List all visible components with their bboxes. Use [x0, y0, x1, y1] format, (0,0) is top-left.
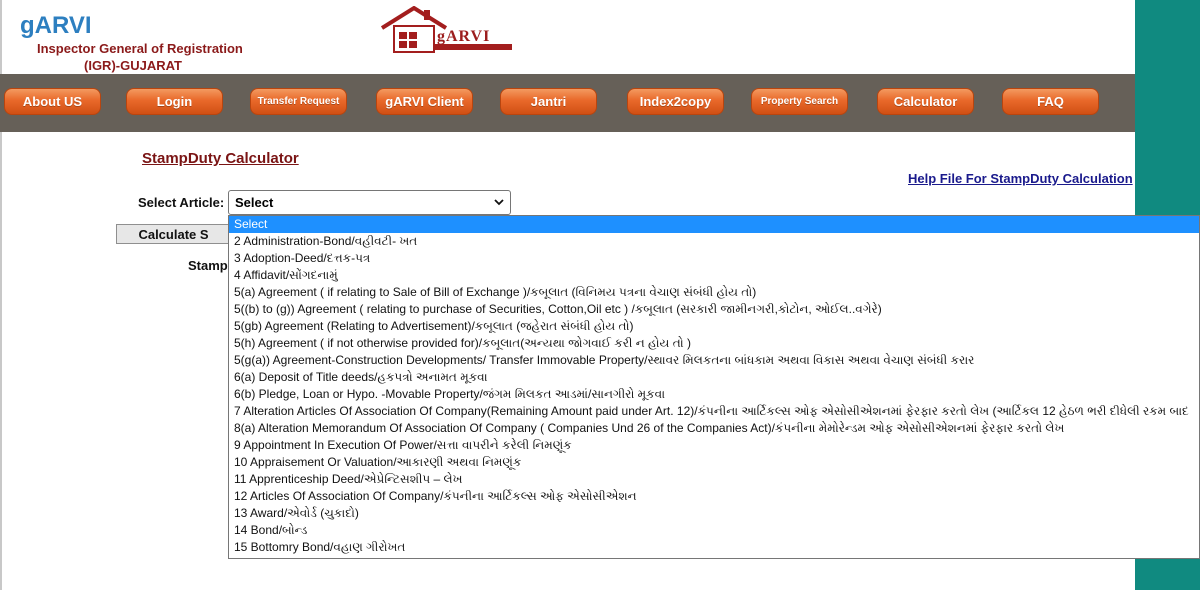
nav-faq[interactable]: FAQ: [1002, 88, 1099, 115]
dropdown-option[interactable]: 7 Alteration Articles Of Association Of …: [229, 403, 1199, 420]
dropdown-option[interactable]: 6(b) Pledge, Loan or Hypo. -Movable Prop…: [229, 386, 1199, 403]
dropdown-option[interactable]: 5(gb) Agreement (Relating to Advertiseme…: [229, 318, 1199, 335]
nav-transfer-request[interactable]: Transfer Request: [250, 88, 347, 115]
dropdown-option[interactable]: 5((b) to (g)) Agreement ( relating to pu…: [229, 301, 1199, 318]
dropdown-option[interactable]: 10 Appraisement Or Valuation/આકારણી અથવા…: [229, 454, 1199, 471]
dropdown-option[interactable]: 9 Appointment In Execution Of Power/સત્ત…: [229, 437, 1199, 454]
dropdown-option[interactable]: Select: [229, 216, 1199, 233]
dropdown-option[interactable]: 14 Bond/બોન્ડ: [229, 522, 1199, 539]
nav-garvi-client[interactable]: gARVI Client: [376, 88, 473, 115]
logo-text: gARVI: [437, 28, 491, 45]
brand-subtitle-line1: Inspector General of Registration: [37, 41, 243, 56]
page-title: StampDuty Calculator: [142, 150, 299, 167]
nav-jantri[interactable]: Jantri: [500, 88, 597, 115]
select-article-value: Select: [235, 195, 274, 210]
help-file-link[interactable]: Help File For StampDuty Calculation: [908, 171, 1133, 186]
chevron-down-icon: [494, 199, 504, 206]
dropdown-option[interactable]: 4 Affidavit/સોંગદનામું: [229, 267, 1199, 284]
dropdown-option[interactable]: 8(a) Alteration Memorandum Of Associatio…: [229, 420, 1199, 437]
brand-title: gARVI: [20, 12, 92, 39]
brand-subtitle-line2: (IGR)-GUJARAT: [84, 58, 182, 73]
calculate-button[interactable]: Calculate S: [116, 224, 231, 244]
nav-about-us[interactable]: About US: [4, 88, 101, 115]
main-navbar: About US Login Transfer Request gARVI Clien…: [0, 74, 1135, 132]
dropdown-option[interactable]: 11 Apprenticeship Deed/એપ્રેન્ટિસશીપ – લ…: [229, 471, 1199, 488]
dropdown-option[interactable]: 5(a) Agreement ( if relating to Sale of …: [229, 284, 1199, 301]
select-article-dropdown[interactable]: Select: [228, 190, 511, 215]
nav-login[interactable]: Login: [126, 88, 223, 115]
dropdown-option[interactable]: 2 Administration-Bond/વહીવટી- ખત: [229, 233, 1199, 250]
select-article-label: Select Article:: [138, 195, 225, 210]
article-options-list[interactable]: Select 2 Administration-Bond/વહીવટી- ખત 3 …: [228, 215, 1200, 559]
dropdown-option[interactable]: 3 Adoption-Deed/દત્તક-પત્ર: [229, 250, 1199, 267]
nav-index2copy[interactable]: Index2copy: [627, 88, 724, 115]
dropdown-option[interactable]: 5(g(a)) Agreement-Construction Developme…: [229, 352, 1199, 369]
dropdown-option[interactable]: 12 Articles Of Association Of Company/કં…: [229, 488, 1199, 505]
nav-property-search[interactable]: Property Search: [751, 88, 848, 115]
stamp-duty-label: Stamp: [188, 258, 228, 273]
dropdown-option[interactable]: 13 Award/એવોર્ડ (ચુકાદો): [229, 505, 1199, 522]
dropdown-option[interactable]: 15 Bottomry Bond/વહાણ ગીરોખત: [229, 539, 1199, 556]
dropdown-option[interactable]: 5(h) Agreement ( if not otherwise provid…: [229, 335, 1199, 352]
dropdown-option[interactable]: 6(a) Deposit of Title deeds/હકપત્રો અનામ…: [229, 369, 1199, 386]
nav-calculator[interactable]: Calculator: [877, 88, 974, 115]
